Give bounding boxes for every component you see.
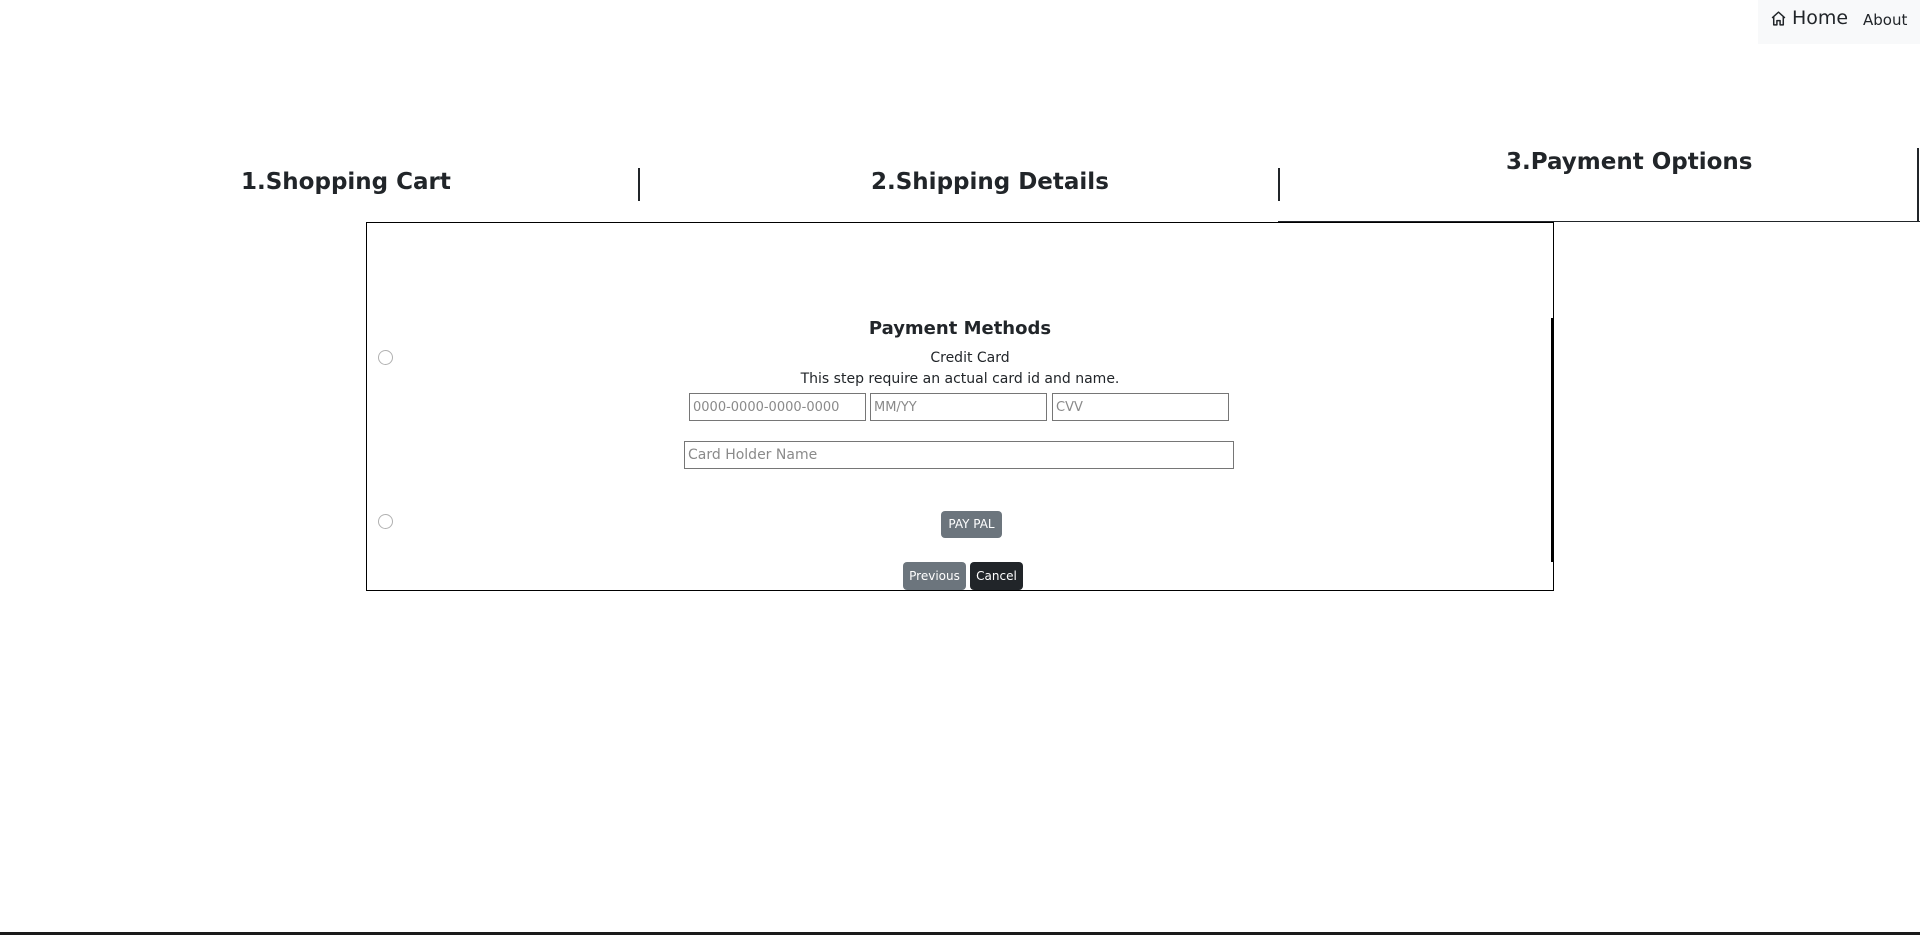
step-divider — [1917, 148, 1919, 221]
cvv-input[interactable] — [1052, 393, 1229, 421]
payment-methods-title: Payment Methods — [868, 318, 1052, 339]
panel-edge — [1551, 318, 1553, 562]
paypal-button[interactable]: PAY PAL — [941, 511, 1002, 538]
paypal-radio[interactable] — [378, 514, 393, 529]
step-divider — [638, 168, 640, 201]
step-shipping-details[interactable]: 2.Shipping Details — [871, 169, 1109, 195]
cancel-button[interactable]: Cancel — [970, 562, 1023, 590]
expiry-input[interactable] — [870, 393, 1047, 421]
step-shopping-cart[interactable]: 1.Shopping Cart — [241, 169, 451, 195]
home-label: Home — [1792, 7, 1849, 29]
credit-card-label: Credit Card — [930, 350, 1010, 366]
step-divider — [1278, 168, 1280, 201]
card-number-input[interactable] — [689, 393, 866, 421]
house-icon — [1771, 10, 1786, 26]
payment-panel: Payment Methods Credit Card This step re… — [366, 222, 1554, 591]
checkout-steps: 1.Shopping Cart 2.Shipping Details 3.Pay… — [0, 148, 1920, 223]
credit-card-note: This step require an actual card id and … — [800, 371, 1120, 387]
home-link[interactable]: Home — [1770, 7, 1848, 29]
top-navbar: Home About — [1758, 0, 1920, 44]
card-holder-name-input[interactable] — [684, 441, 1234, 469]
about-link[interactable]: About — [1863, 11, 1907, 29]
previous-button[interactable]: Previous — [903, 562, 966, 590]
step-payment-options[interactable]: 3.Payment Options — [1506, 149, 1753, 175]
